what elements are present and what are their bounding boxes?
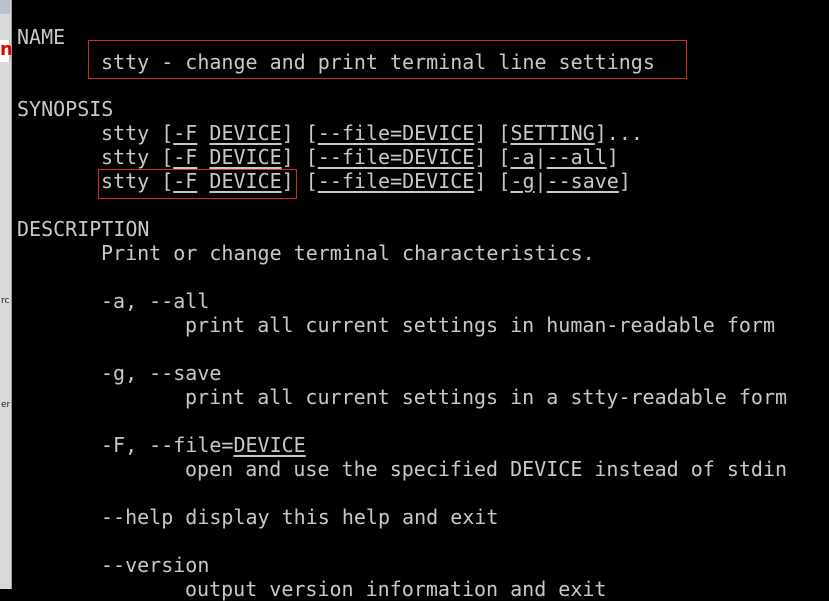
option-text: print all current settings in a stty-rea… bbox=[185, 385, 788, 409]
option-flag: -F, --file=DEVICE bbox=[101, 433, 306, 457]
option-line: --help display this help and exit bbox=[101, 505, 499, 529]
option-text: print all current settings in human-read… bbox=[185, 313, 776, 337]
name-heading: NAME bbox=[17, 25, 66, 49]
option-text: open and use the specified DEVICE instea… bbox=[185, 457, 788, 481]
window-titlebar-fragment bbox=[0, 0, 10, 14]
option-flag: -g, --save bbox=[101, 361, 222, 385]
synopsis-heading: SYNOPSIS bbox=[17, 97, 114, 121]
text-fragment: rc bbox=[1, 296, 10, 306]
red-text-fragment: n bbox=[0, 39, 12, 62]
option-flag: --version bbox=[101, 553, 210, 577]
option-text: output version information and exit bbox=[185, 577, 607, 601]
option-flag: -a, --all bbox=[101, 289, 210, 313]
text-fragment: er bbox=[1, 400, 11, 410]
description-heading: DESCRIPTION bbox=[17, 217, 150, 241]
name-description: stty - change and print terminal line se… bbox=[101, 50, 655, 74]
terminal-window[interactable]: NAME stty - change and print terminal li… bbox=[12, 0, 829, 601]
description-intro: Print or change terminal characteristics… bbox=[101, 241, 595, 265]
synopsis-line: stty [-F DEVICE] [--file=DEVICE] [SETTIN… bbox=[101, 121, 643, 145]
background-window-edge: n rc er bbox=[0, 0, 12, 589]
synopsis-line: stty [-F DEVICE] [--file=DEVICE] [-g|--s… bbox=[101, 169, 631, 193]
synopsis-line: stty [-F DEVICE] [--file=DEVICE] [-a|--a… bbox=[101, 145, 619, 169]
